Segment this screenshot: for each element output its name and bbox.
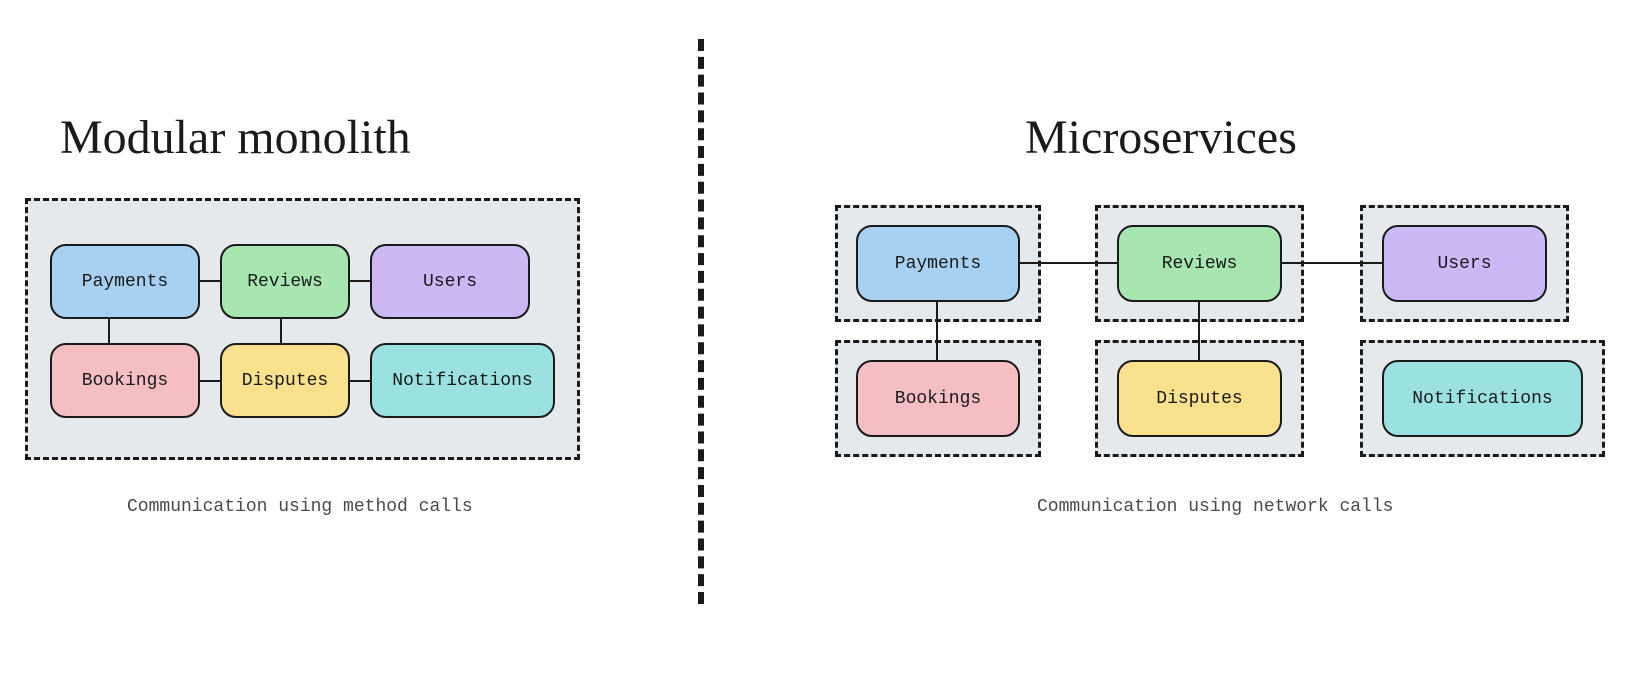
ms-module-payments: Payments — [856, 225, 1020, 302]
left-caption: Communication using method calls — [127, 497, 473, 517]
connector — [1282, 262, 1382, 264]
connector — [1020, 262, 1117, 264]
connector — [200, 280, 220, 282]
module-label: Notifications — [392, 371, 532, 391]
left-title: Modular monolith — [60, 110, 411, 165]
module-notifications: Notifications — [370, 343, 555, 418]
diagram-canvas: Modular monolith Payments Reviews Users … — [0, 0, 1646, 685]
ms-module-disputes: Disputes — [1117, 360, 1282, 437]
ms-module-users: Users — [1382, 225, 1547, 302]
center-divider — [698, 39, 704, 604]
ms-module-reviews: Reviews — [1117, 225, 1282, 302]
module-label: Bookings — [895, 389, 981, 409]
module-label: Users — [1437, 254, 1491, 274]
module-label: Payments — [82, 272, 168, 292]
connector — [200, 380, 220, 382]
module-label: Reviews — [1162, 254, 1238, 274]
module-payments: Payments — [50, 244, 200, 319]
module-disputes: Disputes — [220, 343, 350, 418]
right-caption: Communication using network calls — [1037, 497, 1393, 517]
connector — [1198, 302, 1200, 360]
connector — [108, 319, 110, 343]
module-label: Notifications — [1412, 389, 1552, 409]
module-label: Payments — [895, 254, 981, 274]
connector — [350, 380, 370, 382]
right-title: Microservices — [1025, 110, 1297, 165]
connector — [280, 319, 282, 343]
module-users: Users — [370, 244, 530, 319]
module-bookings: Bookings — [50, 343, 200, 418]
module-label: Disputes — [242, 371, 328, 391]
connector — [350, 280, 370, 282]
module-reviews: Reviews — [220, 244, 350, 319]
connector — [936, 302, 938, 360]
module-label: Disputes — [1156, 389, 1242, 409]
module-label: Users — [423, 272, 477, 292]
ms-module-bookings: Bookings — [856, 360, 1020, 437]
module-label: Reviews — [247, 272, 323, 292]
ms-module-notifications: Notifications — [1382, 360, 1583, 437]
module-label: Bookings — [82, 371, 168, 391]
